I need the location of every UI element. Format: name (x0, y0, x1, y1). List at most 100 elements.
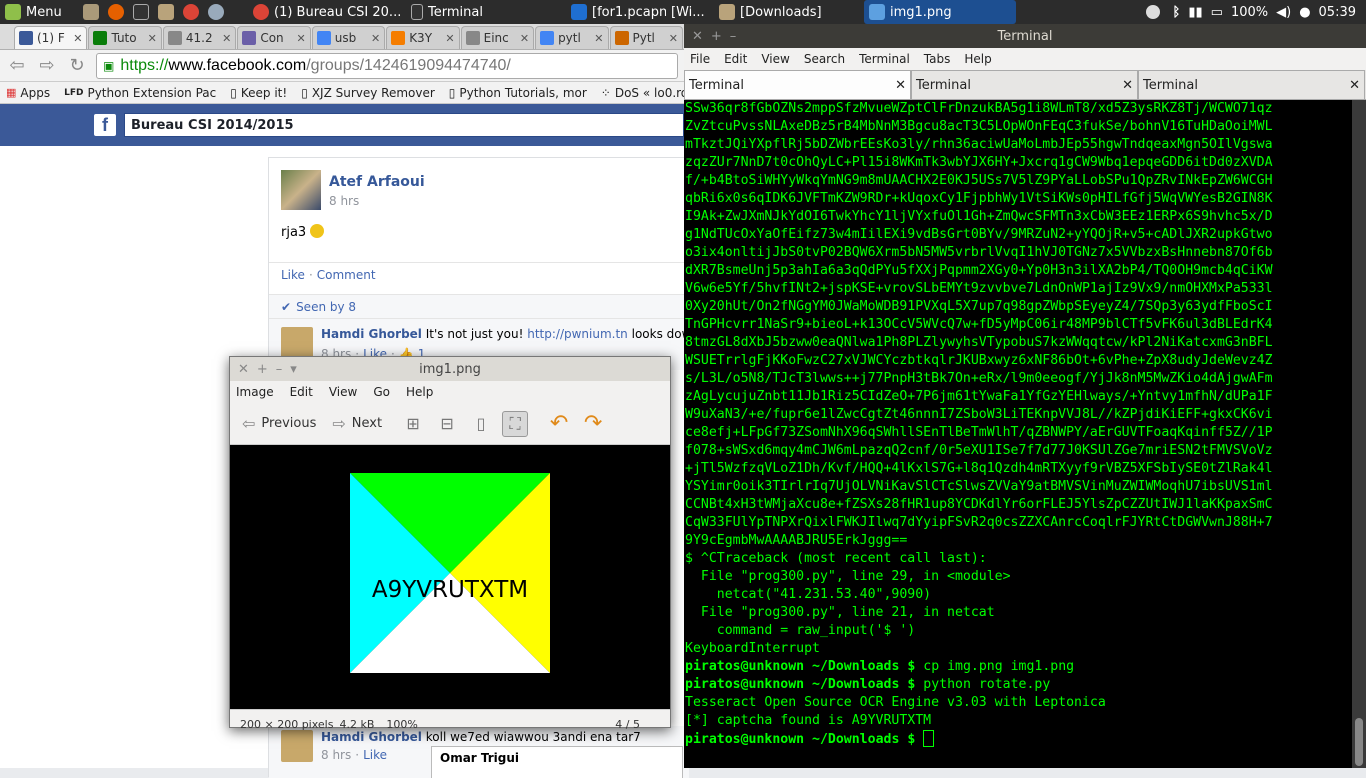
home-folder-icon[interactable] (158, 4, 174, 20)
forward-icon[interactable]: ⇨ (36, 55, 58, 77)
bookmark-item[interactable]: ▯ XJZ Survey Remover (301, 86, 435, 100)
browser-tab[interactable]: Einc ✕ (460, 26, 535, 49)
best-fit-icon[interactable]: ⛶ (502, 410, 529, 437)
close-tab-icon[interactable]: ✕ (148, 32, 157, 45)
menu-view[interactable]: View (329, 385, 357, 399)
menu-go[interactable]: Go (373, 385, 390, 399)
taskbar-item-terminal[interactable]: Terminal (406, 0, 566, 24)
like-link[interactable]: Like (281, 268, 305, 282)
menu-edit[interactable]: Edit (290, 385, 313, 399)
close-tab-icon[interactable]: ✕ (297, 32, 306, 45)
menu-view[interactable]: View (761, 52, 789, 66)
taskbar-item-chrome[interactable]: (1) Bureau CSI 20... (248, 0, 406, 24)
post-time[interactable]: 8 hrs (329, 194, 359, 208)
window-controls-icon[interactable]: ✕+– (692, 29, 744, 44)
menu-help[interactable]: Help (964, 52, 991, 66)
facebook-logo-icon[interactable]: f (94, 114, 116, 136)
address-bar[interactable]: ▣ https://www.facebook.com/groups/142461… (96, 52, 678, 79)
menu-edit[interactable]: Edit (724, 52, 747, 66)
rotate-left-icon[interactable]: ↶ (546, 411, 572, 437)
menu-search[interactable]: Search (804, 52, 845, 66)
close-tab-icon[interactable]: ✕ (222, 32, 231, 45)
menu-file[interactable]: File (690, 52, 710, 66)
browser-tab[interactable]: (1) F ✕ (14, 26, 88, 49)
browser-tab[interactable]: Con ✕ (237, 26, 311, 49)
page-icon: ▯ (230, 85, 237, 100)
clock[interactable]: 05:39 (1319, 5, 1356, 20)
browser-tab[interactable]: pytl ✕ (535, 26, 609, 49)
taskbar-item-image-viewer[interactable]: img1.png (864, 0, 1016, 24)
network-signal-icon[interactable]: ▮▮ (1188, 5, 1202, 20)
close-tab-icon[interactable]: ✕ (669, 32, 678, 45)
menu-image[interactable]: Image (236, 385, 274, 399)
terminal-tab-bar: Terminal ✕ Terminal ✕ Terminal ✕ (684, 70, 1366, 100)
captcha-image: A9YVRUTXTM (350, 473, 550, 673)
sync-icon[interactable] (1145, 5, 1160, 19)
scrollbar-thumb[interactable] (1355, 718, 1363, 766)
reload-icon[interactable]: ↻ (66, 55, 88, 77)
chat-tab[interactable]: Omar Trigui (431, 746, 683, 778)
terminal-tab[interactable]: Terminal ✕ (684, 70, 911, 100)
menu-button[interactable]: Menu (0, 0, 78, 24)
browser-tab[interactable]: Pytl ✕ (609, 26, 683, 49)
menu-help[interactable]: Help (406, 385, 433, 399)
previous-button[interactable]: ⇦ Previous (242, 414, 316, 433)
browser-tab[interactable]: Tuto ✕ (88, 26, 162, 49)
bookmark-item[interactable]: ▯ Keep it! (230, 86, 287, 100)
bookmark-item[interactable]: LFD Python Extension Pac (64, 86, 216, 100)
url-host: www.facebook.com (168, 56, 307, 74)
chrome-launcher-icon[interactable] (183, 4, 199, 20)
terminal-tab[interactable]: Terminal ✕ (1138, 70, 1365, 100)
bookmark-item[interactable]: ▯ Python Tutorials, mor (449, 86, 587, 100)
rotate-right-icon[interactable]: ↷ (580, 411, 606, 437)
bluetooth-icon[interactable]: ᛒ (1173, 5, 1181, 20)
browser-tab[interactable]: 41.2 ✕ (162, 26, 237, 49)
normal-size-icon[interactable]: ▯ (468, 411, 494, 437)
zoom-in-icon[interactable]: ⊞ (400, 411, 426, 437)
firefox-icon[interactable] (108, 4, 124, 20)
close-tab-icon[interactable]: ✕ (520, 32, 529, 45)
browser-tab[interactable]: usb ✕ (311, 26, 386, 49)
bookmark-item[interactable]: ⁘ DoS « lo0.ro (601, 86, 684, 100)
taskbar-item-window[interactable]: [Wi... (666, 0, 714, 24)
close-tab-icon[interactable]: ✕ (371, 32, 380, 45)
image-canvas[interactable]: A9YVRUTXTM (230, 445, 670, 709)
group-search-bar[interactable]: Bureau CSI 2014/2015 (124, 113, 684, 137)
taskbar-item-downloads[interactable]: [Downloads] (714, 0, 864, 24)
network-icon[interactable] (208, 4, 224, 20)
avatar[interactable] (281, 170, 321, 210)
close-icon[interactable]: ✕ (1122, 78, 1133, 93)
seen-by[interactable]: ✔ Seen by 8 (269, 294, 687, 318)
close-icon[interactable]: ✕ (895, 78, 906, 93)
menu-terminal[interactable]: Terminal (859, 52, 910, 66)
bookmark-apps[interactable]: ▦ Apps (6, 86, 50, 100)
post-author[interactable]: Atef Arfaoui (329, 174, 425, 190)
viewer-titlebar: ✕+–▾ img1.png (230, 357, 670, 381)
next-button[interactable]: ⇨ Next (332, 414, 382, 433)
back-icon[interactable]: ⇦ (6, 55, 28, 77)
close-icon[interactable]: ✕ (1349, 78, 1360, 93)
zoom-out-icon[interactable]: ⊟ (434, 411, 460, 437)
close-tab-icon[interactable]: ✕ (445, 32, 454, 45)
browser-tab[interactable]: K3Y ✕ (386, 26, 460, 49)
image-viewer-icon (869, 4, 885, 20)
close-tab-icon[interactable]: ✕ (594, 32, 603, 45)
volume-icon[interactable]: ◀) (1276, 5, 1291, 20)
viewer-statusbar: 200 × 200 pixels 4.2 kB 100% 4 / 5 (230, 709, 670, 739)
avatar[interactable] (281, 327, 313, 359)
terminal-tab[interactable]: Terminal ✕ (911, 70, 1138, 100)
window-controls-icon[interactable]: ✕+–▾ (238, 362, 305, 377)
user-icon[interactable]: ● (1299, 5, 1310, 20)
terminal-launcher-icon[interactable] (133, 4, 149, 20)
terminal-output[interactable]: SSw36qr8fGbOZNs2mppSfzMvueWZptClFrDnzukB… (684, 100, 1352, 768)
terminal-line: CqW33FUlYpTNPXrQixlFWKJIlwq7dYyipFSvR2q0… (685, 515, 1273, 530)
battery-icon[interactable]: ▭ (1211, 5, 1223, 20)
close-tab-icon[interactable]: ✕ (73, 32, 82, 45)
menu-tabs[interactable]: Tabs (924, 52, 951, 66)
terminal-scrollbar[interactable] (1352, 100, 1366, 768)
comment-link[interactable]: Comment (317, 268, 376, 282)
files-icon[interactable] (83, 4, 99, 20)
taskbar-item-wireshark[interactable]: [for1.pcapng (566, 0, 666, 24)
terminal-line: netcat("41.231.53.40",9090) (685, 587, 932, 602)
lfd-icon: LFD (64, 87, 84, 98)
